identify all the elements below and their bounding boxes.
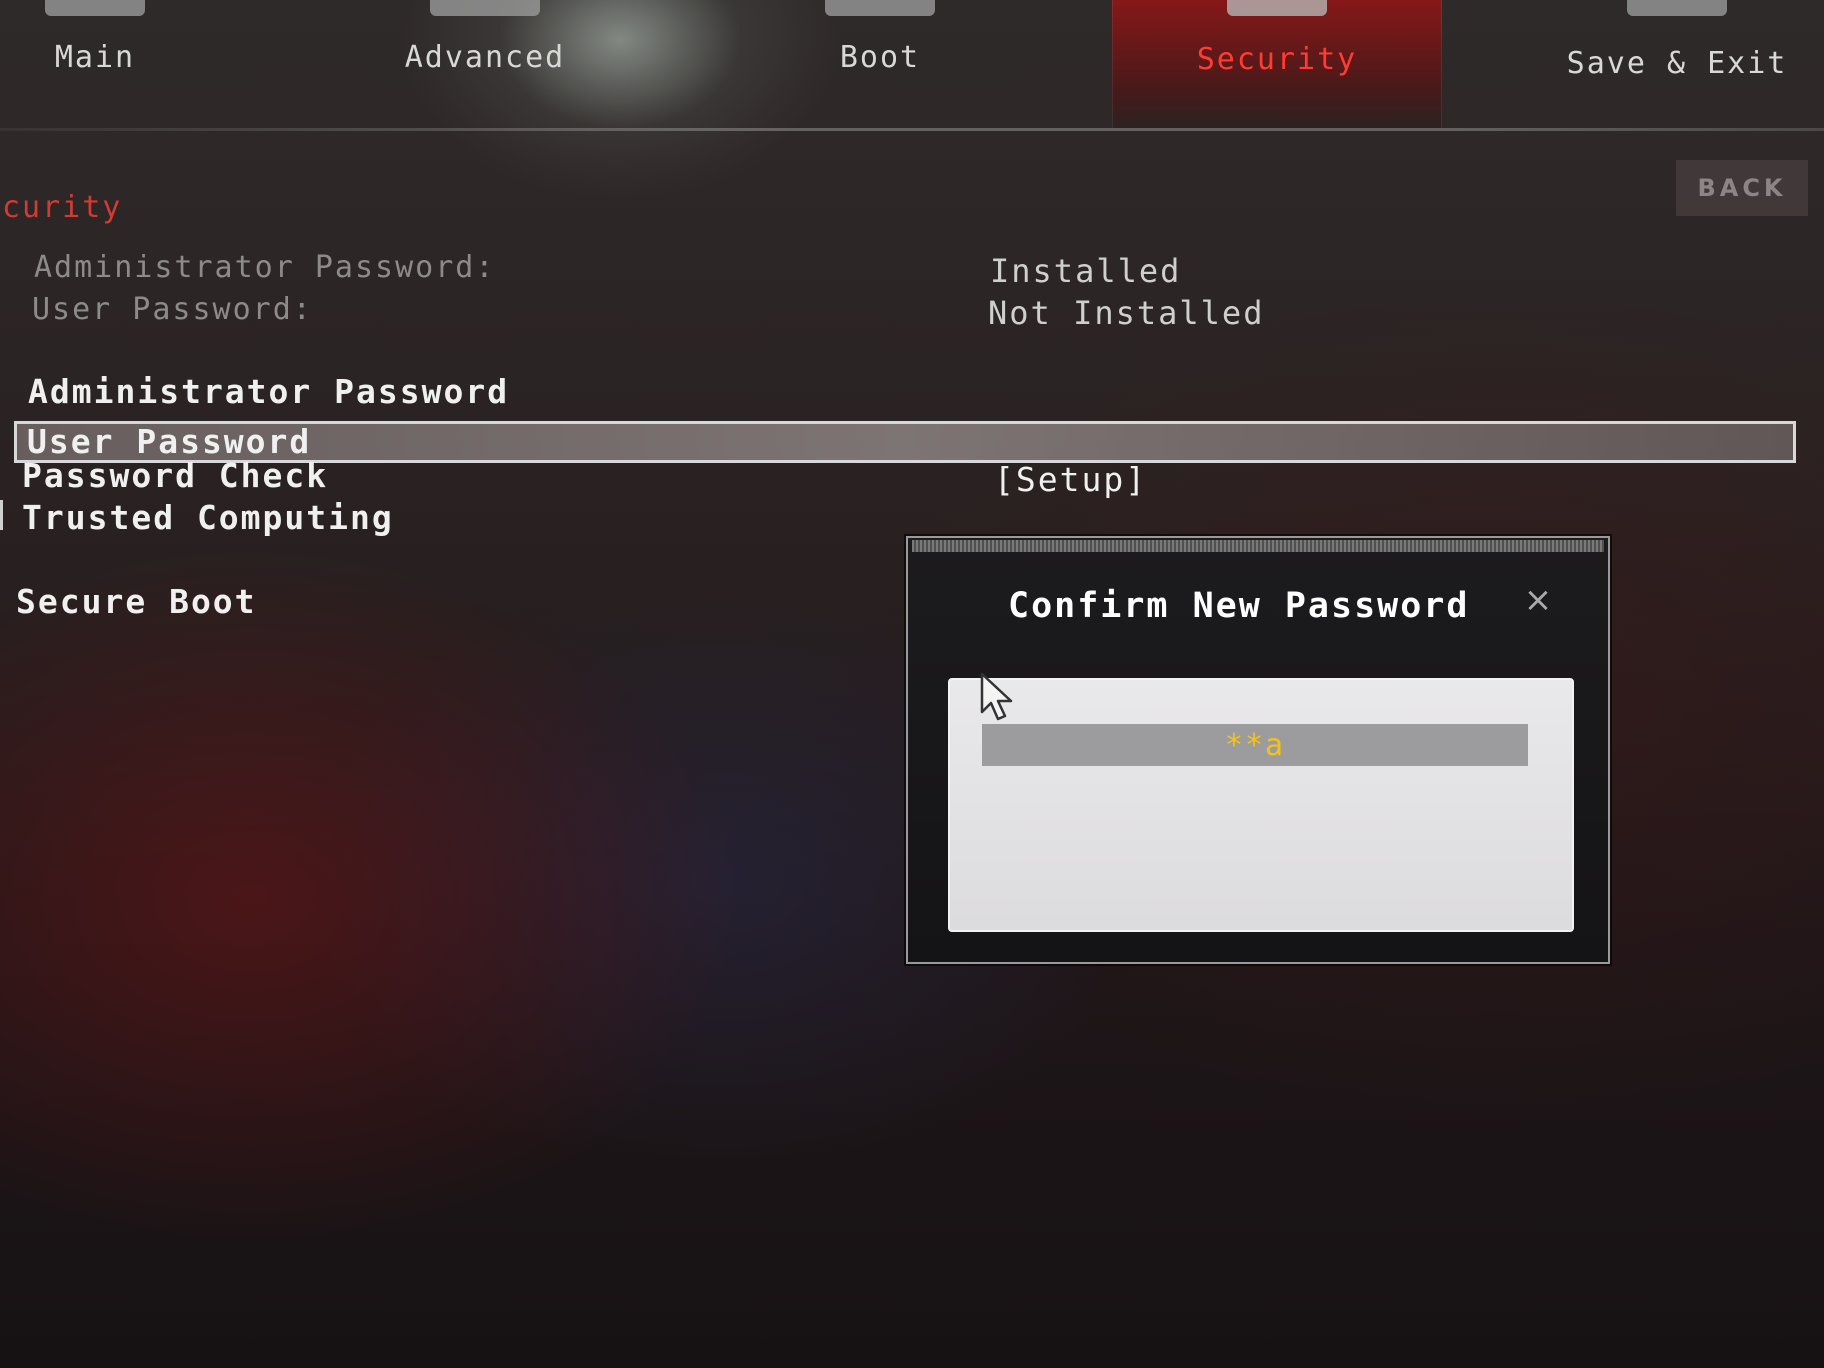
admin-password-status-label: Administrator Password: (34, 250, 496, 285)
menu-item-password-check[interactable]: Password Check (22, 456, 328, 495)
admin-password-status-value: Installed (990, 252, 1182, 290)
menu-item-admin-password[interactable]: Administrator Password (28, 372, 509, 411)
password-input-panel (948, 678, 1574, 932)
close-icon[interactable]: × (1520, 582, 1556, 618)
save-exit-icon (1627, 0, 1727, 16)
user-password-status-label: User Password: (32, 292, 313, 327)
password-input[interactable] (982, 724, 1528, 766)
confirm-password-dialog: Confirm New Password × (906, 536, 1610, 964)
tab-security-label: Security (1196, 42, 1358, 77)
tab-advanced[interactable]: Advanced (360, 0, 610, 128)
advanced-icon (430, 0, 540, 16)
tab-divider (0, 128, 1824, 131)
tab-advanced-label: Advanced (404, 40, 566, 75)
tab-save-exit[interactable]: Save & Exit (1530, 0, 1824, 128)
main-icon (45, 0, 145, 16)
user-password-status-value: Not Installed (988, 294, 1265, 332)
menu-item-trusted-computing[interactable]: Trusted Computing (22, 498, 394, 537)
back-button[interactable]: BACK (1676, 160, 1808, 216)
password-check-value: [Setup] (994, 460, 1148, 499)
menu-item-secure-boot[interactable]: Secure Boot (16, 582, 257, 621)
dialog-title: Confirm New Password (1008, 586, 1470, 626)
section-title: curity (2, 190, 123, 225)
tab-main-label: Main (54, 40, 136, 75)
mouse-cursor-icon (980, 672, 1013, 721)
left-edge-marker (0, 500, 3, 530)
security-icon (1227, 0, 1327, 16)
dialog-header-strip (912, 540, 1604, 552)
tab-security[interactable]: Security (1112, 0, 1442, 128)
tab-main[interactable]: Main (0, 0, 190, 128)
boot-icon (825, 0, 935, 16)
tab-save-exit-label: Save & Exit (1566, 46, 1788, 81)
top-tab-bar: Main Advanced Boot Security Save & Exit (0, 0, 1824, 130)
tab-boot[interactable]: Boot (790, 0, 970, 128)
tab-boot-label: Boot (839, 40, 921, 75)
